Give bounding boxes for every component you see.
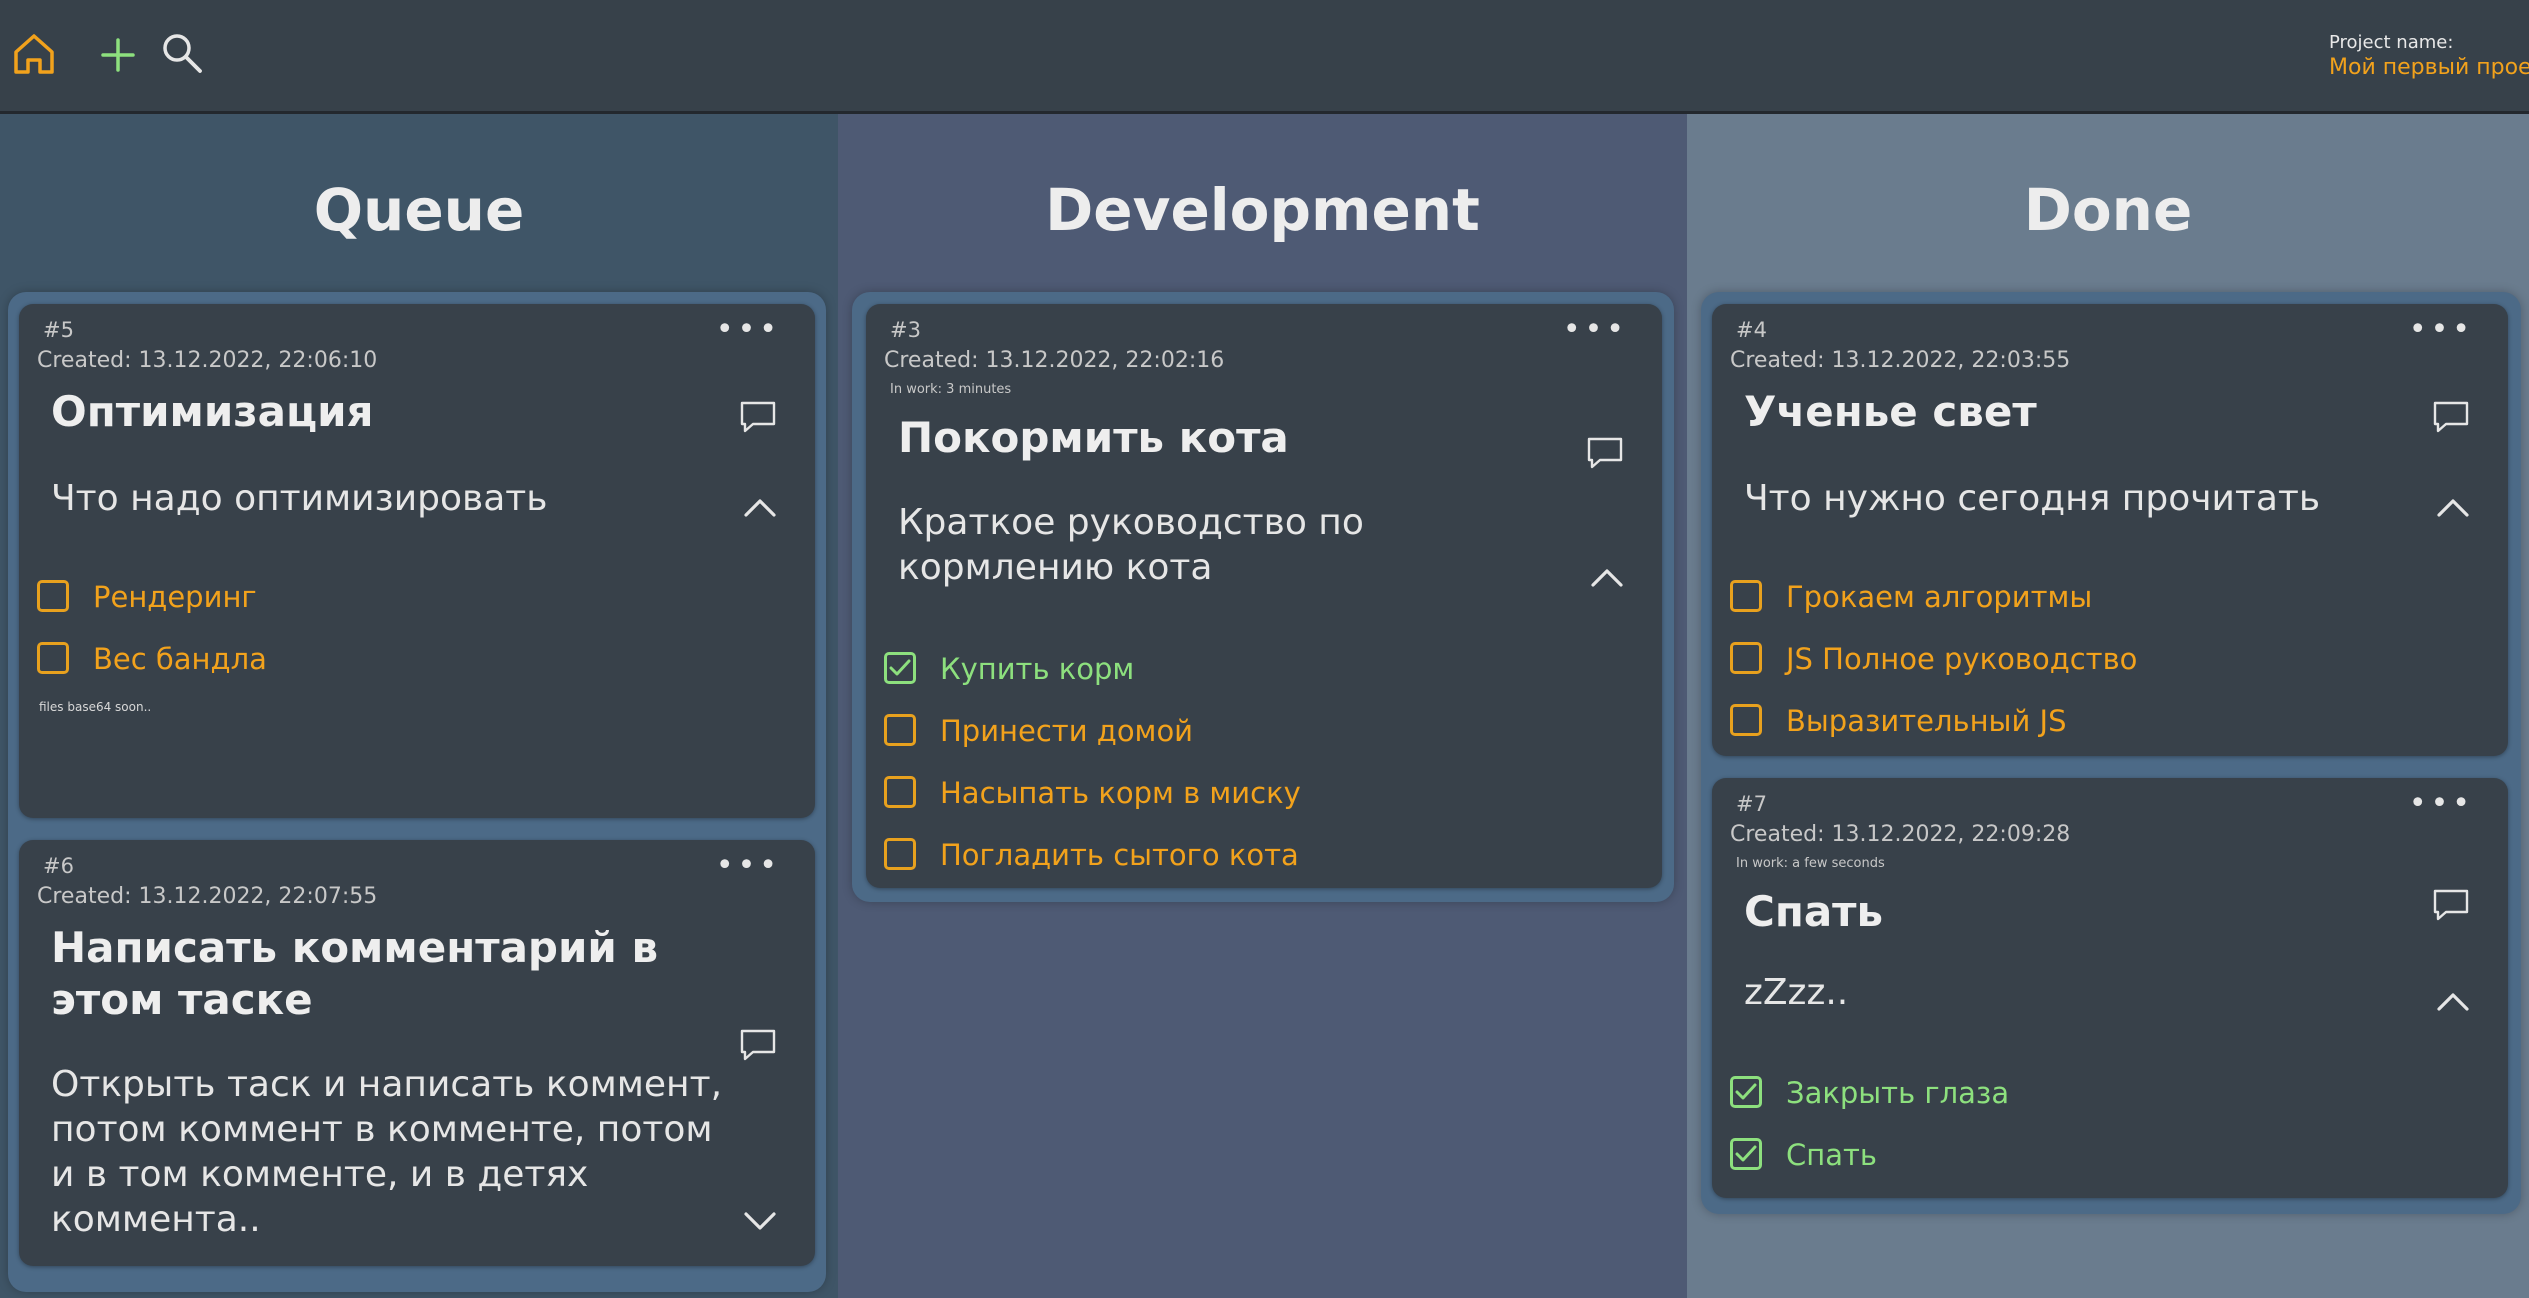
project-label: Project name: xyxy=(2329,32,2454,53)
done-drop-zone: #4 Created: 13.12.2022, 22:03:55 ••• Уче… xyxy=(1701,292,2521,1214)
checklist-item[interactable]: Купить корм xyxy=(884,650,1384,690)
column-title: Queue xyxy=(313,176,525,244)
checkmark-icon xyxy=(889,658,911,678)
checkbox-icon[interactable] xyxy=(37,642,69,674)
chevron-down-icon[interactable] xyxy=(743,1210,777,1232)
comment-icon[interactable] xyxy=(2432,400,2470,434)
task-description: Что нужно сегодня прочитать xyxy=(1744,478,2321,519)
column-title: Done xyxy=(2023,176,2193,244)
checkmark-icon xyxy=(1735,1144,1757,1164)
checkmark-icon xyxy=(1735,1082,1757,1102)
checklist-item[interactable]: Спать xyxy=(1730,1136,2230,1176)
project-name[interactable]: Мой первый проект xyxy=(2329,55,2529,80)
column-queue: Queue #5 Created: 13.12.2022, 22:06:10 •… xyxy=(0,114,838,1298)
checklist-item[interactable]: Погладить сытого кота xyxy=(884,836,1384,876)
comment-icon[interactable] xyxy=(2432,888,2470,922)
checklist-item[interactable]: Грокаем алгоритмы xyxy=(1730,578,2230,618)
task-title: Ученье свет xyxy=(1744,387,2037,436)
created-date: Created: 13.12.2022, 22:02:16 xyxy=(884,348,1225,373)
task-card[interactable]: #7 Created: 13.12.2022, 22:09:28 In work… xyxy=(1712,778,2508,1198)
task-title: Покормить кота xyxy=(898,413,1289,462)
chevron-up-icon[interactable] xyxy=(2436,990,2470,1012)
task-number: #4 xyxy=(1736,318,1767,342)
comment-icon[interactable] xyxy=(739,1028,777,1062)
checklist-item[interactable]: Насыпать корм в миску xyxy=(884,774,1384,814)
checkbox-icon[interactable] xyxy=(1730,1138,1762,1170)
task-description: Что надо оптимизировать xyxy=(51,478,548,519)
plus-icon[interactable] xyxy=(90,26,146,82)
task-number: #5 xyxy=(43,318,74,342)
chevron-up-icon[interactable] xyxy=(1590,566,1624,588)
task-title: Спать xyxy=(1744,887,1884,936)
checklist-item[interactable]: Принести домой xyxy=(884,712,1384,752)
checklist-label: Выразительный JS xyxy=(1786,704,2067,738)
in-work-time: In work: 3 minutes xyxy=(890,382,1012,397)
task-card[interactable]: #4 Created: 13.12.2022, 22:03:55 ••• Уче… xyxy=(1712,304,2508,756)
home-icon[interactable] xyxy=(6,26,62,82)
comment-icon[interactable] xyxy=(739,400,777,434)
top-bar: Project name: Мой первый проект xyxy=(0,0,2529,114)
development-drop-zone: #3 Created: 13.12.2022, 22:02:16 In work… xyxy=(852,292,1674,902)
checkbox-icon[interactable] xyxy=(1730,642,1762,674)
checklist-label: Спать xyxy=(1786,1138,1877,1172)
created-date: Created: 13.12.2022, 22:09:28 xyxy=(1730,822,2071,847)
task-card[interactable]: #6 Created: 13.12.2022, 22:07:55 ••• Нап… xyxy=(19,840,815,1266)
checklist-label: Закрыть глаза xyxy=(1786,1076,2010,1110)
checklist-label: JS Полное руководство xyxy=(1786,642,2138,676)
checklist-item[interactable]: Рендеринг xyxy=(37,578,437,618)
checkbox-icon[interactable] xyxy=(1730,1076,1762,1108)
task-description: zZzz.. xyxy=(1744,972,1849,1013)
more-icon[interactable]: ••• xyxy=(2409,786,2474,821)
checklist-label: Погладить сытого кота xyxy=(940,838,1299,872)
column-development: Development #3 Created: 13.12.2022, 22:0… xyxy=(838,114,1687,1298)
task-number: #7 xyxy=(1736,792,1767,816)
checklist-item[interactable]: Выразительный JS xyxy=(1730,702,2230,742)
files-note: files base64 soon.. xyxy=(39,700,152,714)
task-description: Краткое руководство по кормлению кота xyxy=(898,502,1364,588)
chevron-up-icon[interactable] xyxy=(743,496,777,518)
checklist-label: Принести домой xyxy=(940,714,1194,748)
checkbox-icon[interactable] xyxy=(884,776,916,808)
queue-drop-zone: #5 Created: 13.12.2022, 22:06:10 ••• Опт… xyxy=(8,292,826,1292)
checklist-item[interactable]: Вес бандла xyxy=(37,640,437,680)
created-date: Created: 13.12.2022, 22:07:55 xyxy=(37,884,378,909)
checklist-label: Насыпать корм в миску xyxy=(940,776,1301,810)
more-icon[interactable]: ••• xyxy=(716,312,781,347)
column-title: Development xyxy=(1045,176,1480,244)
task-card[interactable]: #5 Created: 13.12.2022, 22:06:10 ••• Опт… xyxy=(19,304,815,818)
task-card[interactable]: #3 Created: 13.12.2022, 22:02:16 In work… xyxy=(866,304,1662,888)
checkbox-icon[interactable] xyxy=(1730,580,1762,612)
checkbox-icon[interactable] xyxy=(1730,704,1762,736)
in-work-time: In work: a few seconds xyxy=(1736,856,1885,871)
task-description: Открыть таск и написать коммент, потом к… xyxy=(51,1064,723,1240)
search-icon[interactable] xyxy=(154,26,210,82)
task-number: #6 xyxy=(43,854,74,878)
task-title: Оптимизация xyxy=(51,387,374,436)
task-title: Написать комментарий в этом таске xyxy=(51,923,659,1024)
task-number: #3 xyxy=(890,318,921,342)
created-date: Created: 13.12.2022, 22:03:55 xyxy=(1730,348,2071,373)
checklist-label: Рендеринг xyxy=(93,580,257,614)
more-icon[interactable]: ••• xyxy=(2409,312,2474,347)
chevron-up-icon[interactable] xyxy=(2436,496,2470,518)
comment-icon[interactable] xyxy=(1586,436,1624,470)
project-info: Project name: Мой первый проект xyxy=(2319,32,2529,80)
checklist-label: Вес бандла xyxy=(93,642,267,676)
checkbox-icon[interactable] xyxy=(884,838,916,870)
column-done: Done #4 Created: 13.12.2022, 22:03:55 ••… xyxy=(1687,114,2529,1298)
more-icon[interactable]: ••• xyxy=(716,848,781,883)
checklist-label: Купить корм xyxy=(940,652,1135,686)
checklist-item[interactable]: Закрыть глаза xyxy=(1730,1074,2230,1114)
checklist-item[interactable]: JS Полное руководство xyxy=(1730,640,2230,680)
checkbox-icon[interactable] xyxy=(37,580,69,612)
checkbox-icon[interactable] xyxy=(884,714,916,746)
checklist-label: Грокаем алгоритмы xyxy=(1786,580,2093,614)
created-date: Created: 13.12.2022, 22:06:10 xyxy=(37,348,378,373)
more-icon[interactable]: ••• xyxy=(1563,312,1628,347)
checkbox-icon[interactable] xyxy=(884,652,916,684)
